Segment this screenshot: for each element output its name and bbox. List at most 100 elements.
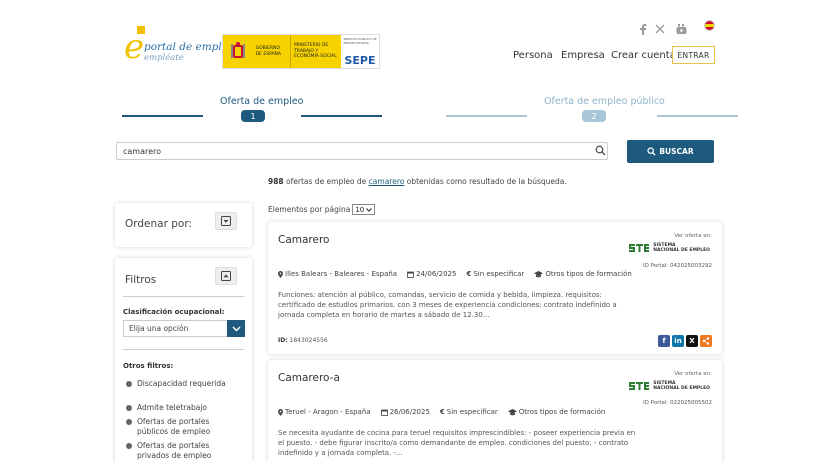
sepe-small-text: SERVICIO PÚBLICO DE EMPLEO ESTATAL	[343, 37, 377, 45]
nav-empresa[interactable]: Empresa	[561, 50, 605, 61]
portal-empleo-logo[interactable]: e portal de empleo empléate	[124, 26, 234, 68]
buscar-button[interactable]: BUSCAR	[627, 140, 714, 163]
youtube-icon[interactable]	[676, 24, 687, 38]
location-icon	[278, 408, 283, 416]
x-share-icon[interactable]: X	[686, 335, 698, 347]
logo-subtitle: empléate	[144, 53, 184, 63]
filter-portales-publicos[interactable]: Ofertas de portales públicos de empleo	[126, 417, 236, 437]
sort-toggle-button[interactable]	[215, 212, 237, 230]
sne-logo[interactable]: SISTEMA NACIONAL DE EMPLEO	[628, 380, 710, 392]
filter-teletrabajo[interactable]: Admite teletrabajo	[126, 403, 236, 413]
search-icon	[647, 147, 656, 156]
euro-icon: €	[439, 408, 445, 416]
results-count: 988	[268, 177, 284, 186]
location-icon	[278, 270, 283, 278]
offer-salary: Sin especificar	[473, 270, 525, 278]
facebook-icon[interactable]	[639, 24, 647, 38]
occupational-label: Clasificación ocupacional:	[123, 308, 225, 316]
offer-card[interactable]: Camarero Ver oferta en: SISTEMA NACIONAL …	[268, 222, 722, 354]
per-page-control: Elementos por página 10	[268, 204, 376, 215]
sne-logo-icon	[629, 382, 650, 390]
results-post: obtenidas como resultado de la búsqueda.	[406, 177, 567, 186]
results-term-link[interactable]: camarero	[369, 177, 405, 186]
occupational-select[interactable]: Elija una opción	[123, 320, 245, 337]
results-pre: ofertas de empleo de	[286, 177, 367, 186]
sepe-word: SEPE	[344, 54, 376, 67]
calendar-icon	[380, 409, 388, 416]
filters-panel: Filtros Clasificación ocupacional: Elija…	[115, 258, 252, 461]
filter-label: Ofertas de portales privados de empleo	[137, 441, 212, 460]
search-icon[interactable]	[595, 145, 607, 157]
occupational-select-value: Elija una opción	[129, 324, 189, 333]
portal-id: ID Portal: 022025005502	[643, 400, 712, 406]
tab-label: Oferta de empleo público	[544, 96, 665, 107]
offer-id: ID: 1843024556	[278, 337, 328, 344]
filter-discapacidad[interactable]: Discapacidad requerida	[126, 379, 236, 389]
offer-salary: Sin especificar	[446, 408, 498, 416]
sepe-logo: SERVICIO PÚBLICO DE EMPLEO ESTATAL SEPE	[341, 35, 379, 68]
ver-oferta-label: Ver oferta en:	[674, 233, 712, 239]
filters-toggle-button[interactable]	[215, 267, 237, 285]
sne-logo[interactable]: SISTEMA NACIONAL DE EMPLEO	[628, 242, 710, 254]
divider	[123, 296, 244, 297]
logo-e-letter: e	[124, 27, 145, 67]
government-banner[interactable]: GOBIERNO DE ESPAÑA MINISTERIO DE TRABAJO…	[222, 34, 380, 69]
share-icon[interactable]	[700, 335, 712, 347]
filters-title: Filtros	[125, 274, 157, 286]
portal-id: ID Portal: 042025003292	[643, 263, 712, 269]
filter-label: Discapacidad requerida	[137, 379, 226, 388]
logo-name: portal de empleo	[144, 41, 235, 53]
sort-title: Ordenar por:	[125, 218, 193, 230]
sne-logo-icon	[629, 244, 650, 252]
sne-line2: NACIONAL DE EMPLEO	[653, 386, 710, 391]
ministry-label: MINISTERIO DE TRABAJO Y ECONOMÍA SOCIAL	[290, 35, 342, 68]
offer-description: Funciones: atención al público, comandas…	[278, 291, 617, 319]
entrar-button[interactable]: ENTRAR	[672, 46, 715, 64]
per-page-label: Elementos por página	[268, 205, 351, 214]
offer-card[interactable]: Camarero-a Ver oferta en: SISTEMA NACIONA…	[268, 360, 722, 461]
search-input[interactable]	[116, 142, 608, 160]
tab-number: 1	[241, 110, 265, 122]
chevron-up-icon	[221, 271, 231, 281]
spanish-flag-icon[interactable]	[704, 20, 715, 31]
offer-location: Teruel - Aragon - España	[285, 408, 371, 416]
offer-education: Otros tipos de formación	[545, 270, 632, 278]
offer-title[interactable]: Camarero	[278, 234, 330, 246]
chevron-down-icon	[227, 320, 245, 337]
tab-line	[657, 115, 738, 117]
filter-label: Ofertas de portales públicos de empleo	[137, 417, 211, 436]
per-page-select[interactable]: 10	[352, 204, 376, 215]
divider	[123, 349, 244, 350]
offer-meta: Teruel - Aragon - España 26/06/2025 € Sin…	[278, 408, 605, 416]
graduation-cap-icon	[534, 270, 544, 277]
radio-icon	[126, 419, 132, 425]
facebook-share-icon[interactable]: f	[658, 335, 670, 347]
nav-crear-cuenta[interactable]: Crear cuenta	[611, 50, 676, 61]
tab-line	[122, 115, 203, 117]
filter-label: Admite teletrabajo	[137, 403, 207, 412]
offer-location: Illes Balears - Baleares - España	[285, 270, 398, 278]
per-page-value: 10	[355, 205, 365, 214]
calendar-icon	[407, 271, 414, 278]
offer-date: 26/06/2025	[389, 408, 430, 416]
offer-meta: Illes Balears - Baleares - España 24/06/…	[278, 270, 632, 278]
coat-of-arms-icon	[223, 35, 253, 68]
offer-id-label: ID:	[278, 337, 288, 344]
graduation-cap-icon	[507, 408, 517, 415]
buscar-label: BUSCAR	[659, 147, 694, 156]
filter-portales-privados[interactable]: Ofertas de portales privados de empleo	[126, 441, 236, 461]
tab-line	[301, 115, 382, 117]
tab-line	[446, 115, 527, 117]
sne-line2: NACIONAL DE EMPLEO	[653, 248, 710, 253]
offer-education: Otros tipos de formación	[518, 408, 606, 416]
gov-label: GOBIERNO DE ESPAÑA	[252, 35, 291, 68]
linkedin-share-icon[interactable]: in	[672, 335, 684, 347]
offer-id-value: 1843024556	[289, 337, 328, 344]
offer-description: Se necesita ayudante de cocina para teru…	[278, 429, 636, 457]
nav-persona[interactable]: Persona	[513, 50, 553, 61]
offer-title[interactable]: Camarero-a	[278, 372, 340, 384]
tab-label: Oferta de empleo	[220, 96, 304, 107]
x-icon[interactable]	[655, 24, 665, 37]
chevron-down-icon	[221, 216, 231, 226]
chevron-down-icon	[366, 207, 373, 212]
